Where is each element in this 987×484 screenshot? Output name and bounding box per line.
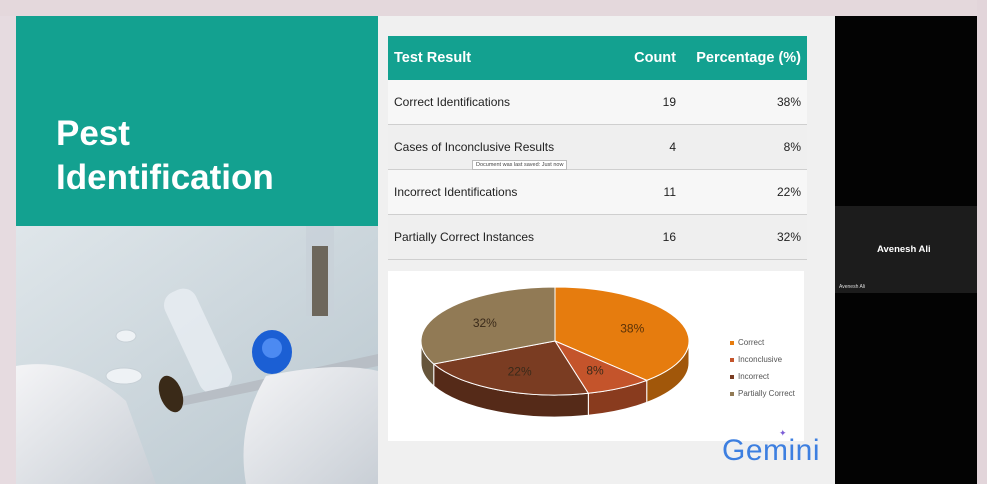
row-percent: 8% bbox=[682, 124, 807, 170]
table-header-row: Test Result Count Percentage (%) bbox=[388, 36, 807, 80]
legend-item-inconclusive: Inconclusive bbox=[730, 351, 795, 368]
row-count: 11 bbox=[600, 169, 682, 215]
pie-chart: 38% 8% 22% 32% Correct Inconclusive Incorre… bbox=[388, 271, 804, 441]
lab-photo-image bbox=[16, 226, 378, 484]
slide-title: Pest Identification bbox=[56, 114, 274, 197]
table-row: Incorrect Identifications 11 22% bbox=[388, 169, 807, 215]
pie-legend: Correct Inconclusive Incorrect Partially… bbox=[730, 334, 795, 402]
table-row: Correct Identifications 19 38% bbox=[388, 80, 807, 125]
legend-item-correct: Correct bbox=[730, 334, 795, 351]
window-top-border bbox=[0, 0, 987, 16]
legend-item-incorrect: Incorrect bbox=[730, 368, 795, 385]
window-left-border bbox=[0, 16, 16, 484]
row-percent: 22% bbox=[682, 169, 807, 215]
slide-right-area: Test Result Count Percentage (%) Correct… bbox=[378, 16, 835, 484]
call-participants-panel: Avenesh Ali Avenesh Ali bbox=[835, 16, 977, 484]
results-table: Test Result Count Percentage (%) Correct… bbox=[388, 36, 807, 260]
row-percent: 32% bbox=[682, 214, 807, 260]
window-right-border bbox=[977, 0, 987, 484]
row-label: Correct Identifications bbox=[388, 80, 600, 125]
row-percent: 38% bbox=[682, 80, 807, 125]
row-label: Incorrect Identifications bbox=[388, 169, 600, 215]
pie-data-label: 22% bbox=[508, 364, 532, 378]
sparkle-icon: ✦ bbox=[779, 428, 788, 438]
row-count: 16 bbox=[600, 214, 682, 260]
legend-item-partial: Partially Correct bbox=[730, 385, 795, 402]
pie-chart-svg: 38% 8% 22% 32% bbox=[420, 286, 690, 418]
save-status-tooltip: Document was last saved: Just now bbox=[472, 160, 568, 170]
table-row: Cases of Inconclusive Results 4 8% bbox=[388, 124, 807, 170]
header-count: Count bbox=[600, 36, 682, 80]
slide-left-panel: Pest Identification bbox=[16, 16, 378, 484]
pie-data-label: 32% bbox=[473, 316, 497, 330]
row-count: 4 bbox=[600, 124, 682, 170]
participant-name: Avenesh Ali bbox=[877, 244, 931, 255]
title-banner: Pest Identification bbox=[16, 16, 378, 226]
header-test-result: Test Result bbox=[388, 36, 600, 80]
screen: Pest Identification Test Result Count Pe… bbox=[0, 0, 987, 484]
pie-data-label: 8% bbox=[586, 363, 604, 377]
table-row: Partially Correct Instances 16 32% bbox=[388, 214, 807, 260]
participant-tile[interactable]: Avenesh Ali Avenesh Ali bbox=[835, 206, 977, 293]
gemini-watermark: Gemini ✦ bbox=[722, 428, 821, 467]
header-percentage: Percentage (%) bbox=[682, 36, 807, 80]
row-count: 19 bbox=[600, 80, 682, 125]
pie-data-label: 38% bbox=[620, 322, 644, 336]
presentation-slide: Pest Identification Test Result Count Pe… bbox=[16, 16, 835, 484]
participant-label: Avenesh Ali bbox=[839, 284, 866, 290]
row-label: Partially Correct Instances bbox=[388, 214, 600, 260]
